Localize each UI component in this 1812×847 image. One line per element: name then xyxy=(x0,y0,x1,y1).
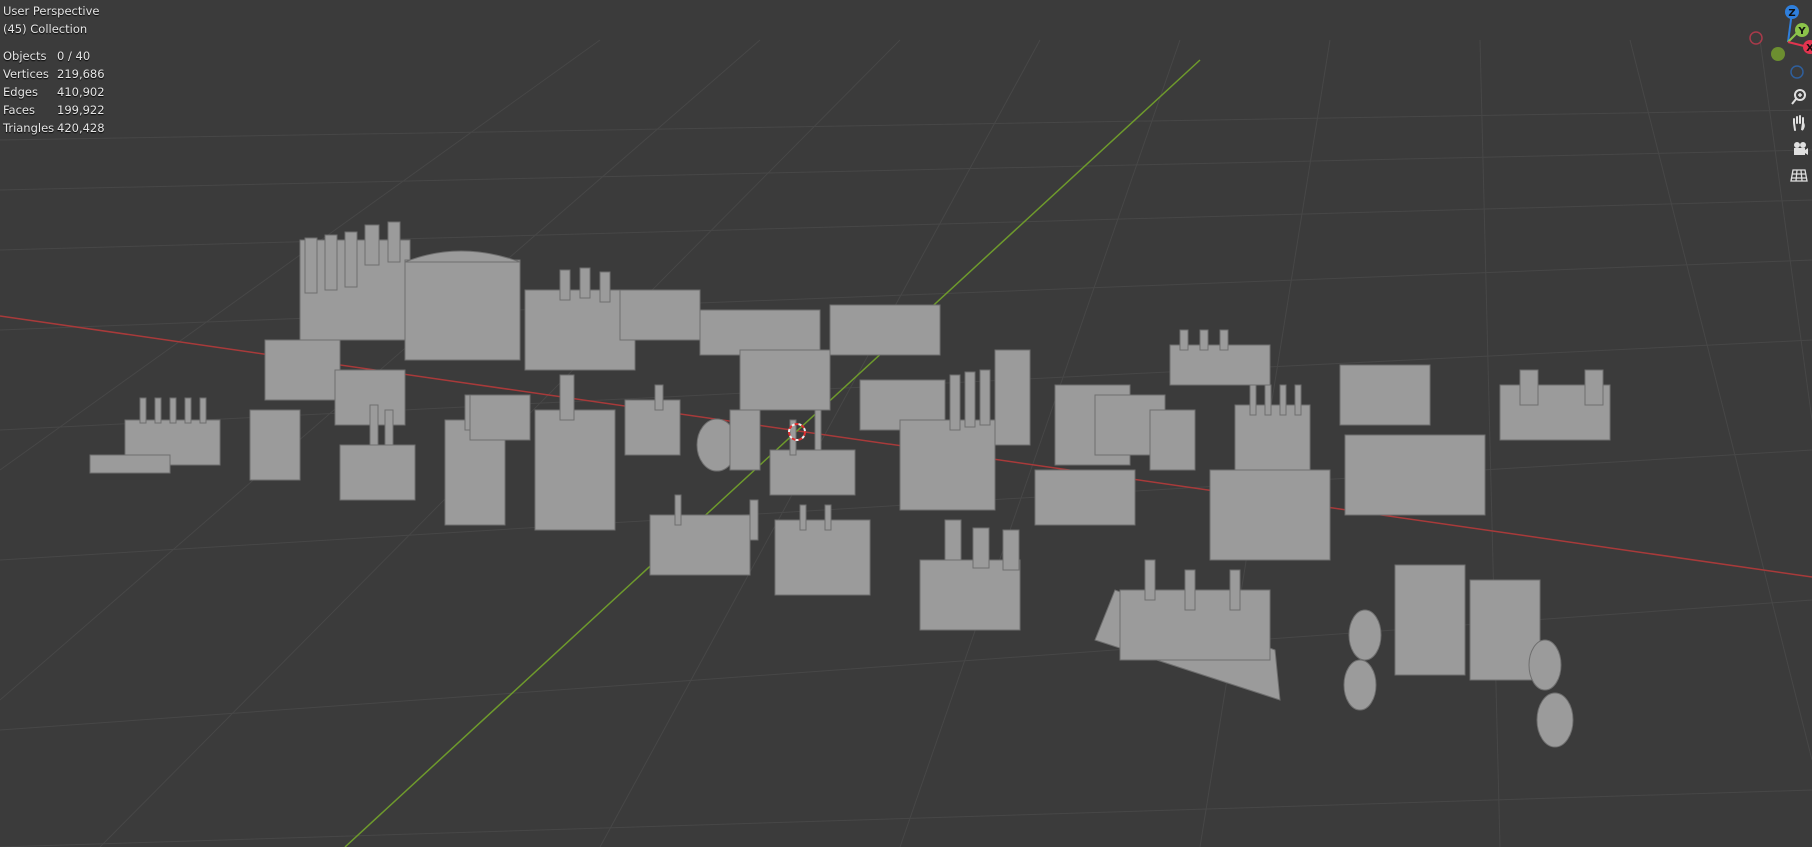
grid-ortho-icon xyxy=(1790,169,1808,182)
neg-y-axis-handle[interactable] xyxy=(1771,47,1785,61)
stat-objects: Objects 0 / 40 xyxy=(3,49,91,63)
svg-text:Y: Y xyxy=(1797,26,1806,37)
svg-text:X: X xyxy=(1806,43,1812,54)
viewport-info-overlay: User Perspective (45) Collection Objects… xyxy=(3,2,117,137)
camera-view-button[interactable] xyxy=(1786,136,1812,162)
stat-edges: Edges 410,902 xyxy=(3,85,105,99)
stat-faces: Faces 199,922 xyxy=(3,103,105,117)
factory-models[interactable] xyxy=(89,221,1611,748)
z-axis-handle[interactable]: Z xyxy=(1785,5,1799,19)
zoom-button[interactable] xyxy=(1786,84,1812,110)
toggle-ortho-button[interactable] xyxy=(1786,162,1812,188)
navigation-gizmo[interactable]: Z Y X xyxy=(1722,0,1812,80)
neg-x-axis-handle[interactable] xyxy=(1749,31,1763,45)
svg-text:Z: Z xyxy=(1788,8,1795,19)
3d-viewport[interactable]: User Perspective (45) Collection Objects… xyxy=(0,0,1812,847)
view-name: User Perspective xyxy=(3,4,100,18)
stat-vertices: Vertices 219,686 xyxy=(3,67,105,81)
pan-button[interactable] xyxy=(1786,110,1812,136)
x-axis-handle[interactable]: X xyxy=(1803,40,1812,54)
camera-icon xyxy=(1794,142,1808,155)
scene-statistics: Objects 0 / 40 Vertices 219,686 Edges 41… xyxy=(3,47,117,137)
y-axis-handle[interactable]: Y xyxy=(1795,23,1809,37)
scene-canvas[interactable] xyxy=(0,0,1812,847)
neg-z-axis-handle[interactable] xyxy=(1790,65,1804,79)
pan-hand-icon xyxy=(1793,115,1805,131)
zoom-icon xyxy=(1791,89,1806,105)
stat-triangles: Triangles 420,428 xyxy=(3,121,105,135)
collection-label: (45) Collection xyxy=(3,22,88,36)
